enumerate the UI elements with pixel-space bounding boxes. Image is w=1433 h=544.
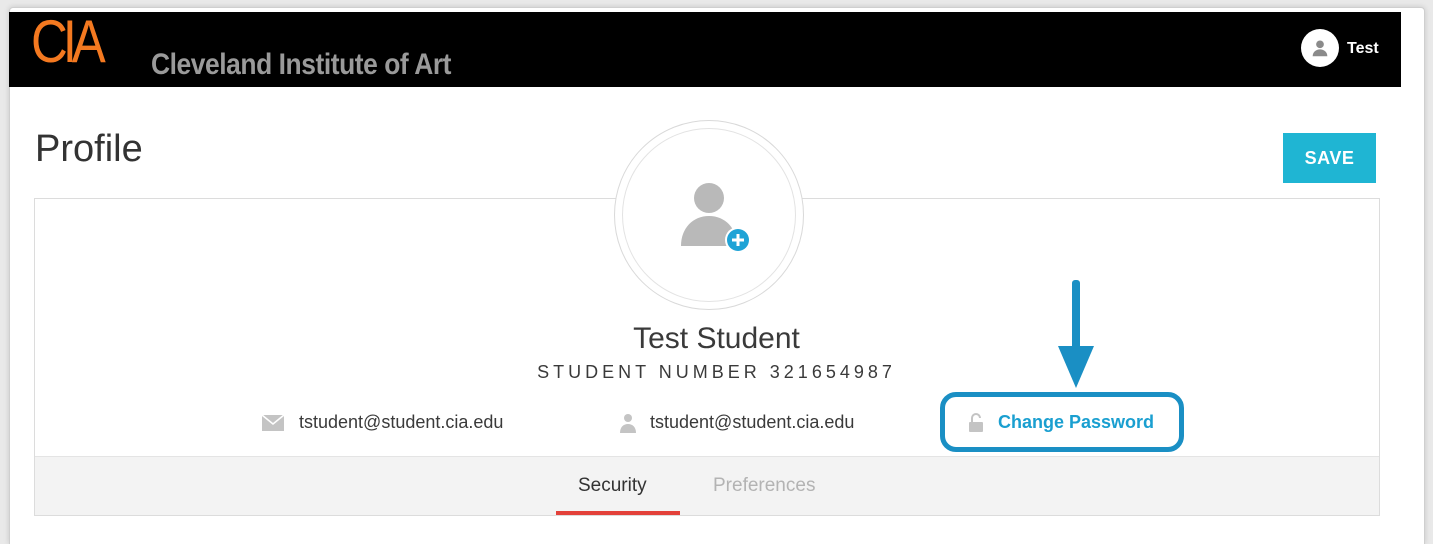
change-password-link[interactable]: Change Password [968,412,1154,433]
tab-security[interactable]: Security [578,475,647,497]
profile-photo-inner [622,128,796,302]
save-button[interactable]: SAVE [1283,133,1376,183]
email-value: tstudent@student.cia.edu [299,412,504,432]
page-title: Profile [35,128,143,170]
unlock-icon [969,412,983,432]
add-photo-icon[interactable] [725,227,751,253]
user-icon [620,413,636,433]
institution-name: Cleveland Institute of Art [151,48,452,81]
user-avatar-icon[interactable] [1301,29,1339,67]
user-name[interactable]: Test [1347,40,1379,58]
plus-circle-icon [727,229,749,251]
student-name: Test Student [633,322,800,355]
email-item: tstudent@student.cia.edu [261,412,503,433]
student-number: STUDENT NUMBER 321654987 [537,362,896,382]
change-password-label[interactable]: Change Password [998,412,1154,433]
cia-logo-mark[interactable]: CIA [31,12,106,74]
username-item: tstudent@student.cia.edu [620,412,854,433]
profile-photo[interactable] [614,120,804,310]
profile-tabs [35,456,1379,515]
username-value: tstudent@student.cia.edu [650,412,855,432]
user-silhouette-icon [1312,40,1328,57]
envelope-icon [261,413,285,431]
arrow-down-icon [1058,280,1094,388]
top-navigation-bar: CIA Cleveland Institute of Art Test [9,12,1401,87]
active-tab-indicator [556,511,680,515]
tab-preferences[interactable]: Preferences [713,475,815,497]
